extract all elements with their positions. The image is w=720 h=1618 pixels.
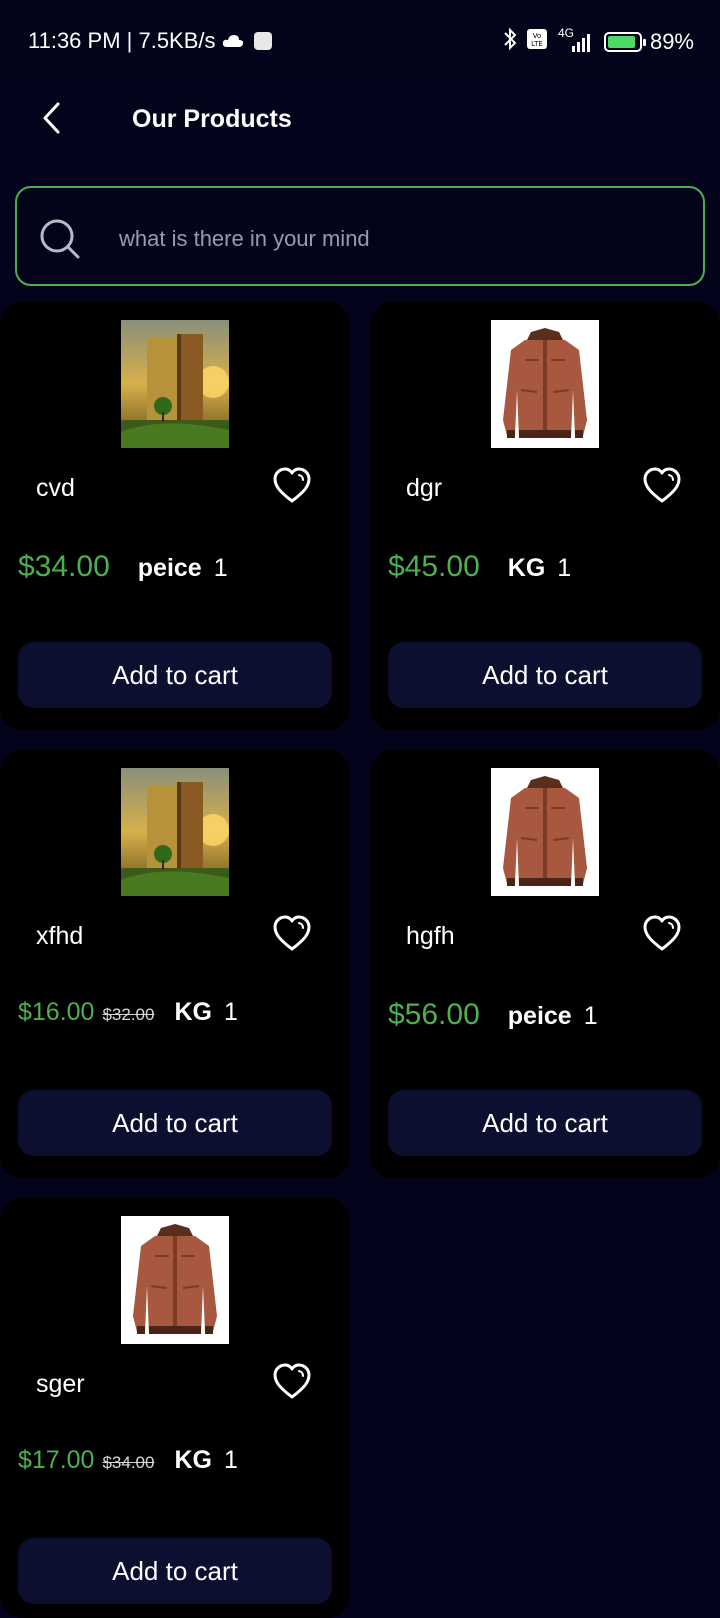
- svg-text:Vo: Vo: [533, 32, 542, 40]
- product-image-book[interactable]: [121, 320, 229, 448]
- product-price: $56.00: [388, 998, 480, 1031]
- product-card[interactable]: cvd $34.00 peice 1 Add to cart: [0, 302, 350, 730]
- price-row: $17.00 $34.00 KG 1: [18, 1446, 238, 1475]
- product-name: hgfh: [406, 922, 455, 950]
- product-qty: 1: [557, 554, 572, 582]
- battery-nub: [642, 39, 646, 46]
- app-header: Our Products: [0, 80, 720, 160]
- add-to-cart-button[interactable]: Add to cart: [18, 642, 332, 708]
- add-to-cart-button[interactable]: Add to cart: [18, 1090, 332, 1156]
- product-image-jacket[interactable]: [491, 320, 599, 448]
- price-row: $16.00 $32.00 KG 1: [18, 998, 238, 1027]
- battery-fill: [607, 36, 635, 48]
- heart-icon[interactable]: [272, 914, 312, 954]
- product-price: $16.00: [18, 998, 95, 1026]
- heart-icon[interactable]: [272, 466, 312, 506]
- product-price: $34.00: [18, 550, 110, 583]
- status-time-speed: 11:36 PM | 7.5KB/s: [28, 28, 216, 53]
- volte-icon: Vo LTE: [526, 28, 548, 56]
- status-right: Vo LTE 4G 89%: [502, 26, 694, 57]
- battery-percent: 89%: [649, 29, 694, 54]
- product-image-jacket[interactable]: [121, 1216, 229, 1344]
- heart-icon[interactable]: [642, 914, 682, 954]
- product-name: dgr: [406, 474, 443, 502]
- search-box[interactable]: [15, 186, 705, 286]
- product-name: sger: [36, 1370, 85, 1398]
- product-qty: 1: [223, 998, 238, 1026]
- product-card[interactable]: hgfh $56.00 peice 1 Add to cart: [370, 750, 720, 1178]
- product-unit: KG: [174, 998, 212, 1026]
- product-old-price: $34.00: [102, 1453, 155, 1472]
- product-price: $45.00: [388, 550, 480, 583]
- product-card[interactable]: dgr $45.00 KG 1 Add to cart: [370, 302, 720, 730]
- search-icon: [39, 218, 81, 260]
- status-left: 11:36 PM | 7.5KB/s: [28, 28, 272, 54]
- heart-icon[interactable]: [642, 466, 682, 506]
- add-to-cart-button[interactable]: Add to cart: [18, 1538, 332, 1604]
- svg-text:LTE: LTE: [531, 40, 543, 48]
- product-price: $17.00: [18, 1446, 95, 1474]
- product-image-jacket[interactable]: [491, 768, 599, 896]
- product-unit: peice: [507, 1002, 572, 1030]
- heart-icon[interactable]: [272, 1362, 312, 1402]
- product-old-price: $32.00: [102, 1005, 155, 1024]
- product-name: cvd: [36, 474, 75, 502]
- cloud-icon: [222, 28, 244, 54]
- product-name: xfhd: [36, 922, 84, 950]
- signal-icon: 4G: [556, 26, 596, 54]
- chevron-left-icon: [40, 101, 64, 140]
- price-row: $56.00 peice 1: [388, 998, 598, 1032]
- add-to-cart-button[interactable]: Add to cart: [388, 1090, 702, 1156]
- price-row: $45.00 KG 1: [388, 550, 571, 584]
- page-title: Our Products: [132, 105, 292, 133]
- product-unit: KG: [507, 554, 546, 582]
- back-button[interactable]: [30, 98, 74, 142]
- product-qty: 1: [223, 1446, 238, 1474]
- search-input[interactable]: [117, 216, 681, 262]
- status-bar: 11:36 PM | 7.5KB/s Vo LTE 4G 89%: [0, 0, 720, 80]
- product-card[interactable]: xfhd $16.00 $32.00 KG 1 Add to cart: [0, 750, 350, 1178]
- notification-icon: [253, 32, 272, 50]
- product-card[interactable]: sger $17.00 $34.00 KG 1 Add to cart: [0, 1198, 350, 1618]
- add-to-cart-button[interactable]: Add to cart: [388, 642, 702, 708]
- product-unit: KG: [174, 1446, 212, 1474]
- product-image-book[interactable]: [121, 768, 229, 896]
- product-qty: 1: [213, 554, 228, 582]
- bluetooth-icon: [502, 27, 518, 57]
- price-row: $34.00 peice 1: [18, 550, 228, 584]
- product-unit: peice: [137, 554, 202, 582]
- battery-icon: [603, 32, 646, 52]
- product-qty: 1: [583, 1002, 598, 1030]
